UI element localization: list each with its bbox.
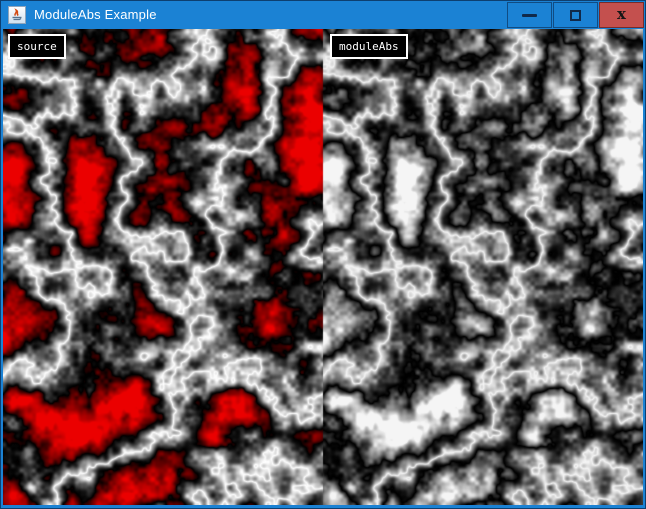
panel-label-moduleabs: moduleAbs (330, 34, 408, 59)
app-window: ModuleAbs Example x source moduleAbs (0, 0, 646, 509)
minimize-button[interactable] (507, 2, 552, 28)
titlebar[interactable]: ModuleAbs Example x (1, 1, 645, 29)
maximize-icon (570, 10, 581, 21)
content-area: source moduleAbs (3, 29, 643, 505)
close-button[interactable]: x (599, 2, 644, 28)
minimize-icon (522, 14, 537, 17)
window-controls: x (507, 2, 644, 28)
close-icon: x (617, 7, 626, 22)
maximize-button[interactable] (553, 2, 598, 28)
panel-label-source: source (8, 34, 66, 59)
noise-render-canvas (3, 29, 643, 505)
java-coffee-cup-icon (8, 6, 26, 24)
window-title: ModuleAbs Example (34, 1, 157, 29)
